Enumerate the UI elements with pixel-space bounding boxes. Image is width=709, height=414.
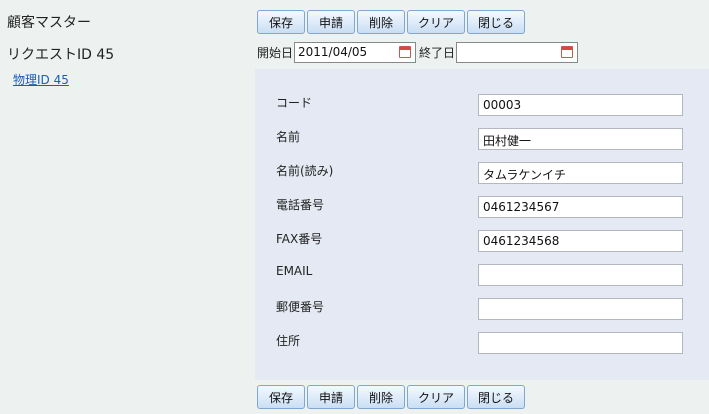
field-label-phone: 電話番号	[276, 198, 325, 212]
page-title: 顧客マスター	[7, 15, 91, 31]
calendar-icon[interactable]	[399, 46, 412, 58]
save-button[interactable]: 保存	[257, 385, 305, 409]
name-kana-field[interactable]: タムラケンイチ	[478, 162, 683, 184]
email-field[interactable]	[478, 264, 683, 286]
fax-field[interactable]: 0461234568	[478, 230, 683, 252]
clear-button[interactable]: クリア	[407, 10, 465, 34]
request-id-label: リクエストID 45	[7, 47, 115, 63]
end-date-input[interactable]	[456, 42, 579, 63]
delete-button[interactable]: 削除	[357, 385, 405, 409]
address-field[interactable]	[478, 332, 683, 354]
field-label-name-kana: 名前(読み)	[276, 164, 334, 178]
clear-button[interactable]: クリア	[407, 385, 465, 409]
start-date-input[interactable]: 2011/04/05	[294, 42, 417, 63]
start-date-value: 2011/04/05	[298, 45, 368, 59]
postal-code-field[interactable]	[478, 298, 683, 320]
apply-button[interactable]: 申請	[307, 10, 355, 34]
field-label-email: EMAIL	[276, 264, 313, 278]
customer-form-panel: コード 00003 名前 田村健一 名前(読み) タムラケンイチ 電話番号 04…	[255, 69, 709, 380]
name-field[interactable]: 田村健一	[478, 128, 683, 150]
end-date-label: 終了日	[419, 46, 456, 60]
physical-id-link[interactable]: 物理ID 45	[13, 71, 69, 88]
top-toolbar: 保存 申請 削除 クリア 閉じる	[257, 10, 525, 34]
apply-button[interactable]: 申請	[307, 385, 355, 409]
calendar-icon[interactable]	[561, 46, 574, 58]
code-field[interactable]: 00003	[478, 94, 683, 116]
close-button[interactable]: 閉じる	[467, 10, 525, 34]
bottom-toolbar: 保存 申請 削除 クリア 閉じる	[257, 385, 525, 409]
field-label-address: 住所	[276, 334, 301, 348]
field-label-code: コード	[276, 96, 313, 110]
phone-field[interactable]: 0461234567	[478, 196, 683, 218]
field-label-postal: 郵便番号	[276, 300, 325, 314]
delete-button[interactable]: 削除	[357, 10, 405, 34]
save-button[interactable]: 保存	[257, 10, 305, 34]
date-row: 開始日 2011/04/05 終了日	[257, 41, 579, 64]
start-date-label: 開始日	[257, 46, 294, 60]
field-label-fax: FAX番号	[276, 232, 323, 246]
field-label-name: 名前	[276, 130, 301, 144]
close-button[interactable]: 閉じる	[467, 385, 525, 409]
